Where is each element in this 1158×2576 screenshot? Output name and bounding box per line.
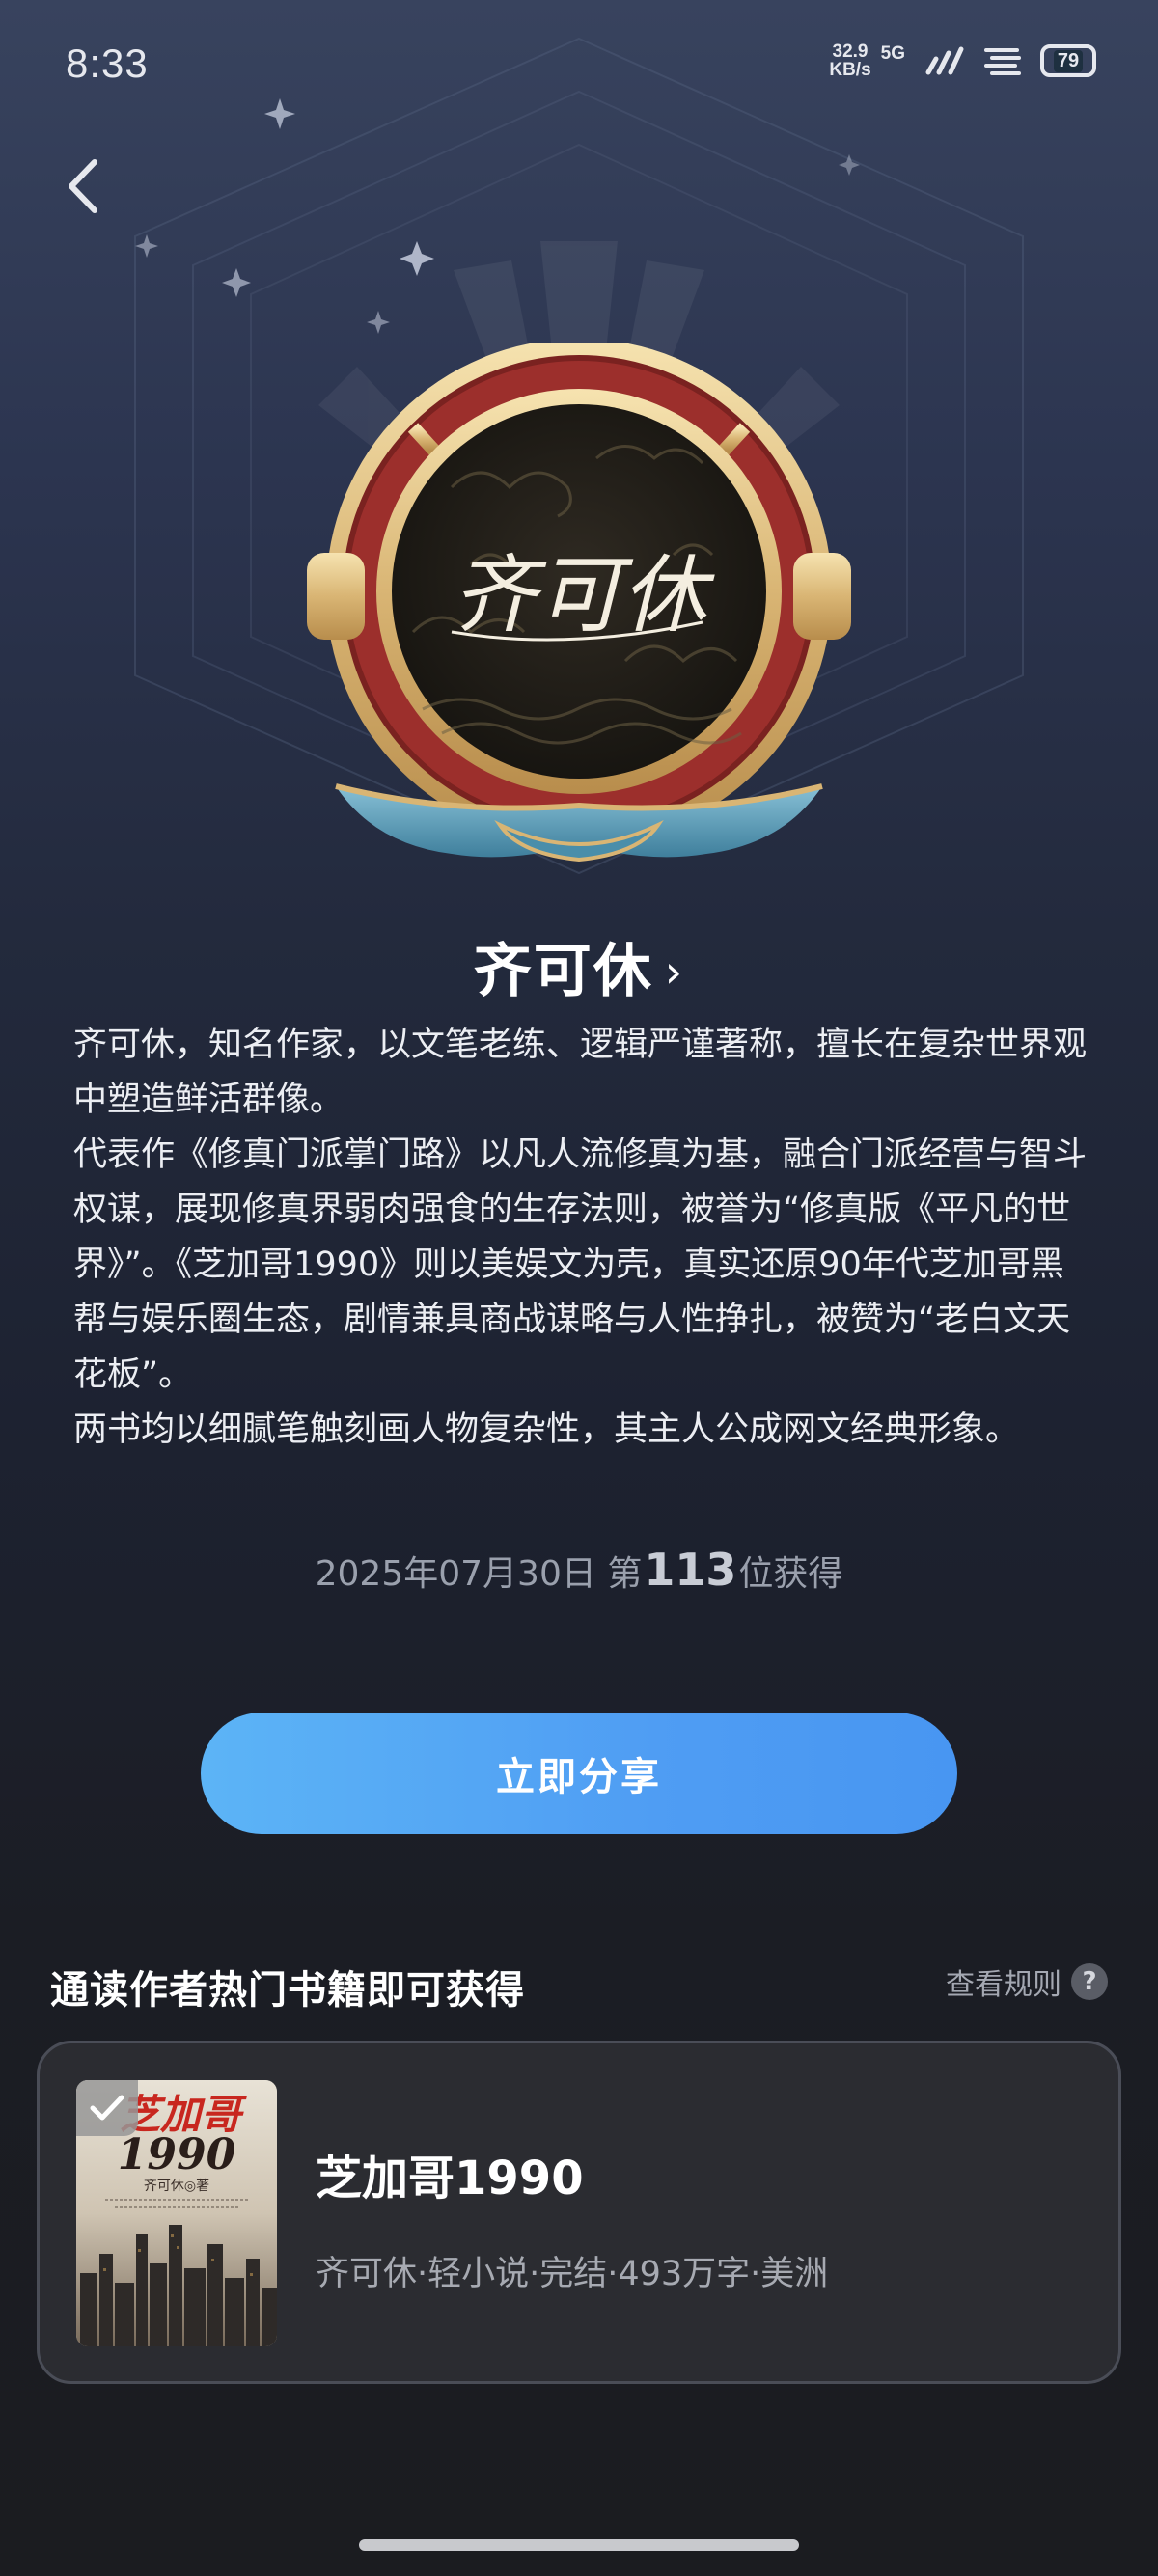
notification-lines-icon: [984, 48, 1021, 75]
obtain-prefix: 第: [607, 1554, 643, 1594]
book-meta: 齐可休·轻小说·完结·493万字·美洲: [316, 2255, 829, 2293]
read-check-badge: [76, 2080, 138, 2136]
sparkle-icon: [839, 154, 860, 176]
view-rules-link[interactable]: 查看规则 ?: [946, 1960, 1108, 2003]
sparkle-icon: [367, 311, 390, 334]
bio-paragraph: 齐可休，知名作家，以文笔老练、逻辑严谨著称，擅长在复杂世界观中塑造鲜活群像。: [73, 1026, 1088, 1119]
status-time: 8:33: [66, 41, 149, 86]
checkmark-icon: [90, 2095, 124, 2121]
back-chevron-icon[interactable]: [58, 152, 108, 220]
bio-paragraph: 代表作《修真门派掌门路》以凡人流修真为基，融合门派经营与智斗权谋，展现修真界弱肉…: [73, 1136, 1088, 1394]
author-name: 齐可休: [473, 938, 653, 1005]
obtain-info: 2025年07月30日 第113位获得: [0, 1544, 1158, 1596]
book-card[interactable]: 芝加哥 1990 齐可休◎著 芝加哥1990 齐可休·轻小说·完结·493万字·…: [37, 2041, 1121, 2384]
cover-year: 1990: [118, 2130, 236, 2179]
author-bio: 齐可休，知名作家，以文笔老练、逻辑严谨著称，擅长在复杂世界观中塑造鲜活群像。 代…: [73, 1018, 1096, 1458]
sparkle-icon: [222, 268, 251, 297]
sparkle-icon: [400, 241, 434, 276]
author-name-link[interactable]: 齐可休 ›: [0, 924, 1158, 1008]
book-cover: 芝加哥 1990 齐可休◎著: [76, 2080, 277, 2346]
home-indicator[interactable]: [359, 2539, 799, 2551]
book-title: 芝加哥1990: [316, 2151, 584, 2206]
author-medal: 齐可休: [307, 343, 851, 863]
share-button[interactable]: 立即分享: [201, 1713, 957, 1834]
status-bar: 8:33 32.9 KB/s 5G 79: [0, 0, 1158, 125]
obtain-rank: 113: [644, 1544, 737, 1596]
obtain-suffix: 位获得: [738, 1554, 843, 1594]
signal-icon: [925, 46, 964, 75]
battery-level: 79: [1053, 49, 1084, 72]
view-rules-label: 查看规则: [946, 1968, 1062, 2002]
sparkle-icon: [135, 234, 158, 258]
network-type: 5G: [880, 43, 905, 64]
section-title: 通读作者热门书籍即可获得: [50, 1968, 525, 2013]
cover-author: 齐可休◎著: [144, 2179, 209, 2194]
question-icon: ?: [1071, 1963, 1108, 2000]
bio-paragraph: 两书均以细腻笔触刻画人物复杂性，其主人公成网文经典形象。: [73, 1411, 1020, 1449]
network-speed: 32.9 KB/s: [829, 41, 871, 80]
medal-signature: 齐可休: [452, 545, 715, 644]
battery-icon: 79: [1040, 44, 1096, 77]
obtain-date: 2025年07月30日: [315, 1554, 596, 1594]
chevron-right-icon: ›: [664, 945, 685, 998]
status-icons: 32.9 KB/s 5G 79: [829, 42, 1096, 79]
